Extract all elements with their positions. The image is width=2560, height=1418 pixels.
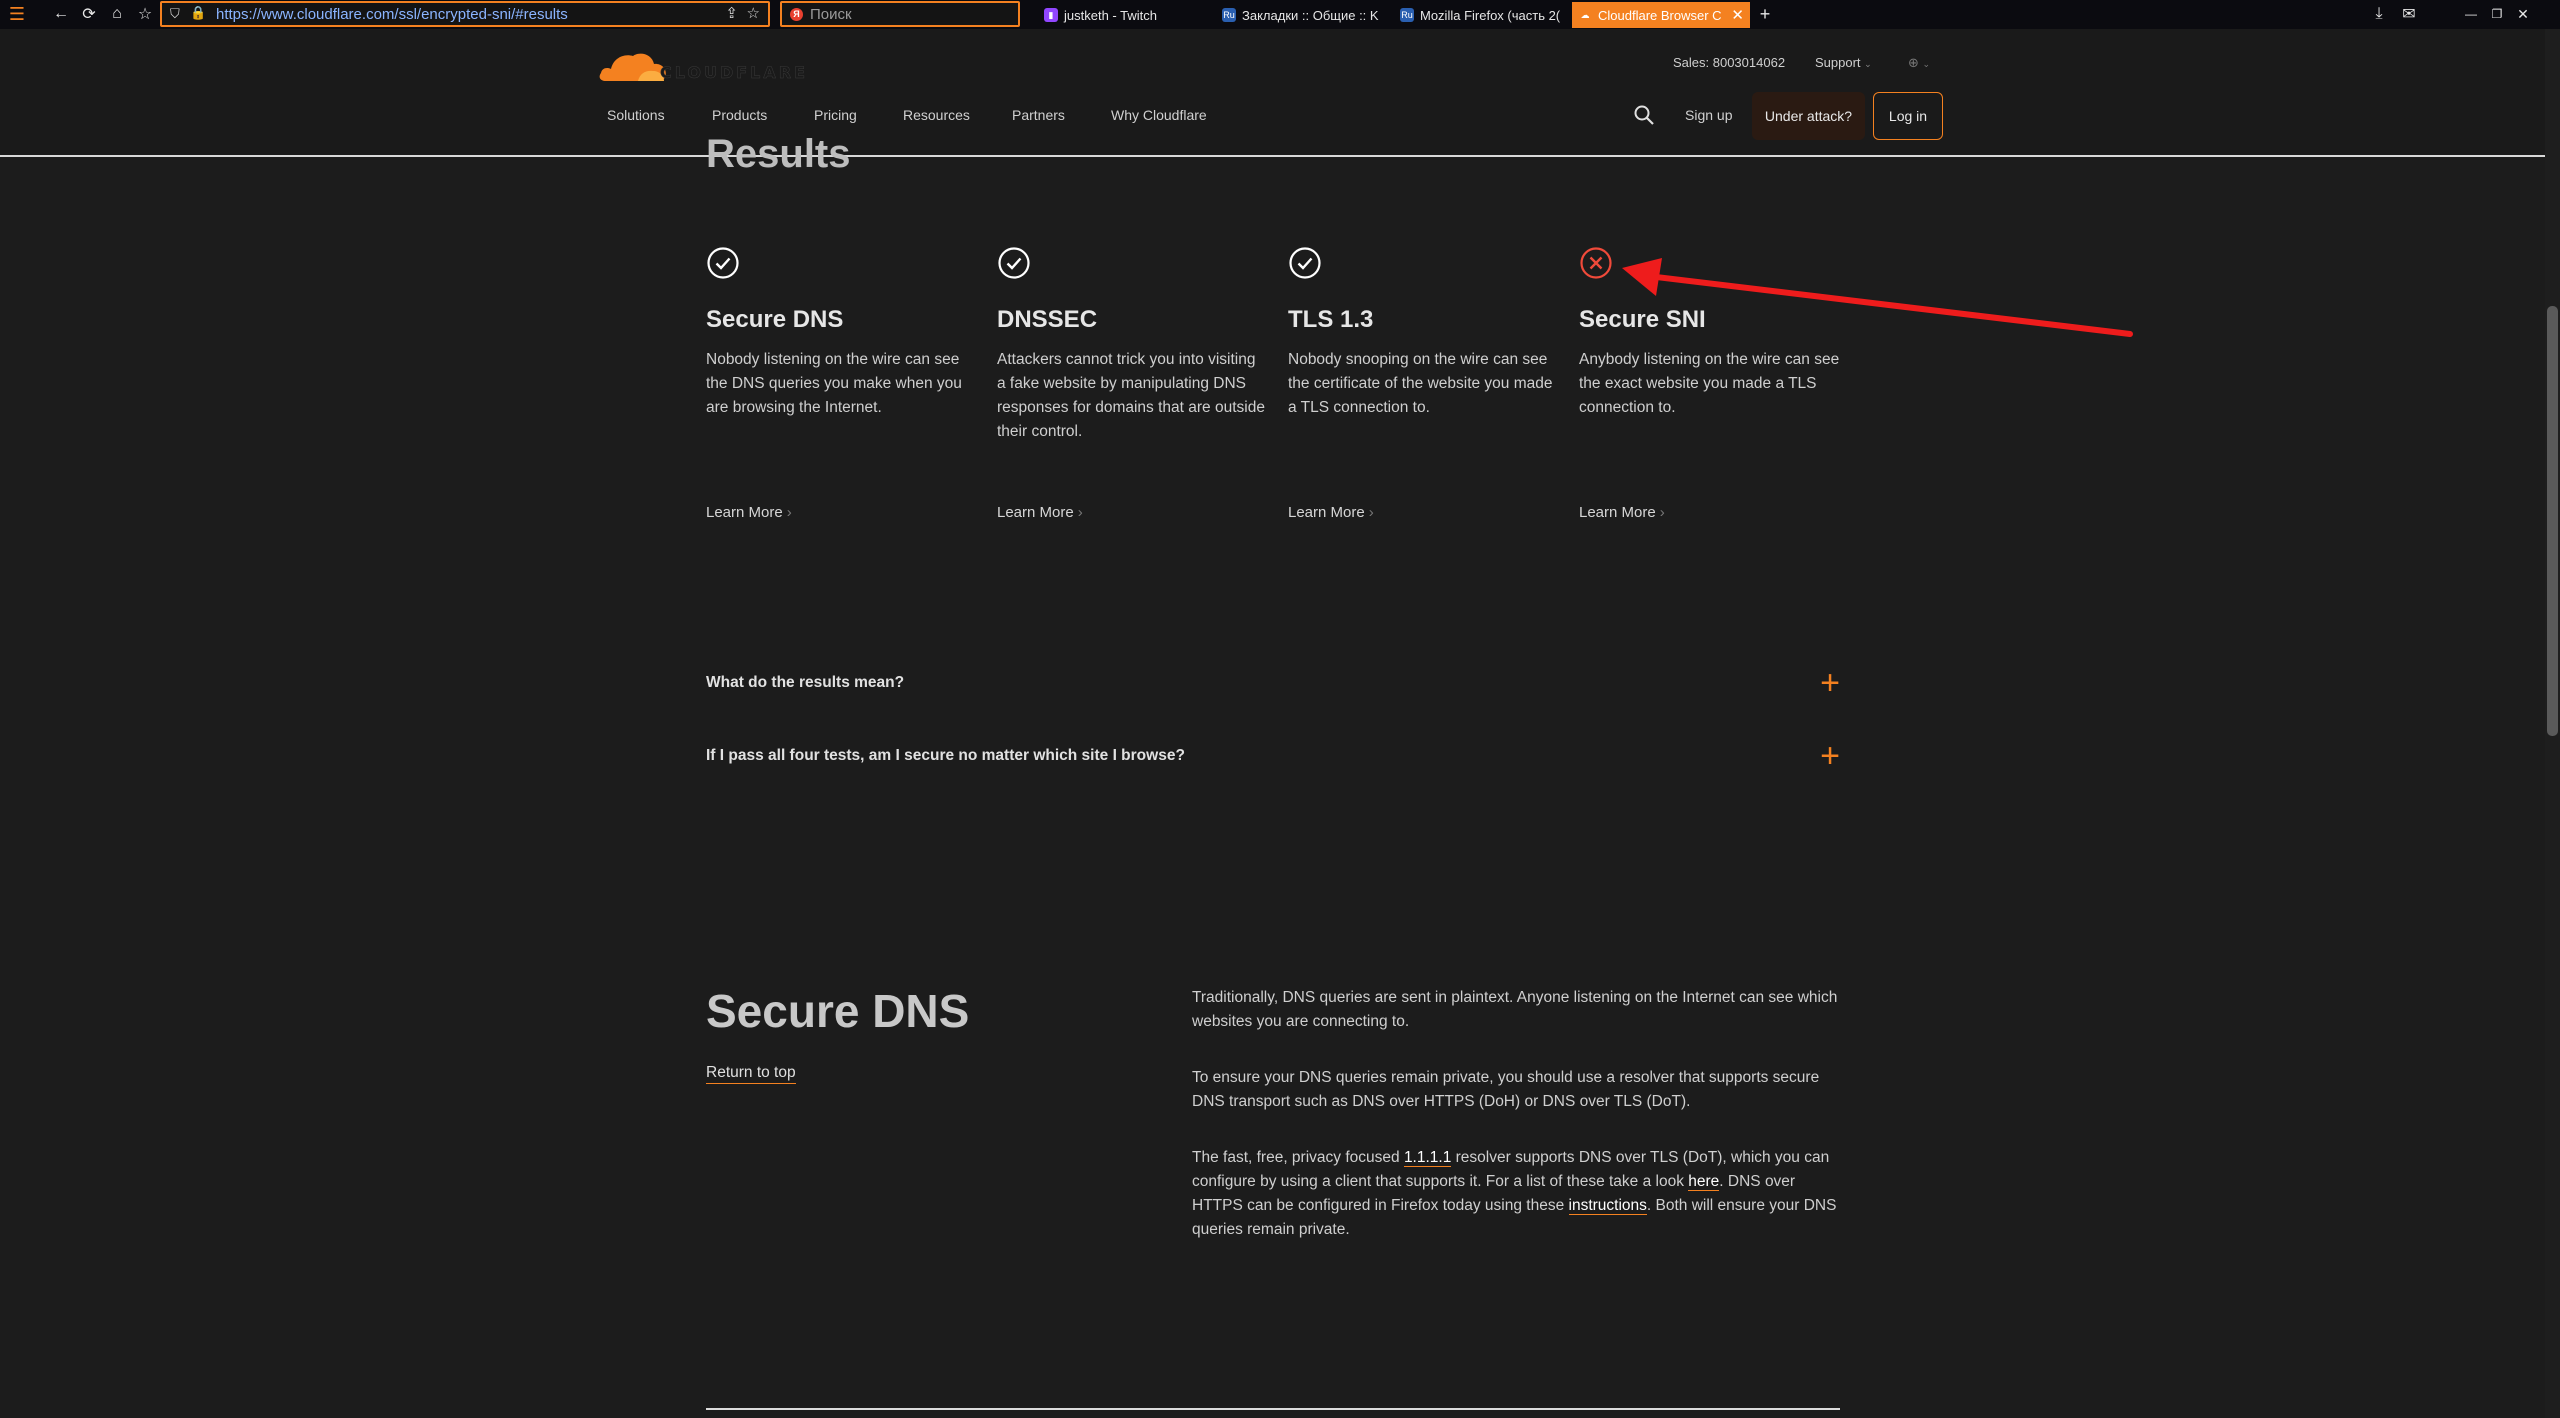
chevron-down-icon: ⌄ bbox=[1922, 59, 1931, 69]
chevron-right-icon: › bbox=[1077, 504, 1083, 521]
sales-phone[interactable]: Sales: 8003014062 bbox=[1673, 55, 1785, 70]
back-icon[interactable]: ← bbox=[50, 3, 72, 25]
tab-label: justketh - Twitch bbox=[1064, 7, 1157, 23]
tab-cloudflare[interactable]: ☁ Cloudflare Browser C ✕ bbox=[1572, 2, 1750, 28]
learn-more-dnssec[interactable]: Learn More › bbox=[997, 504, 1083, 521]
tab-twitch[interactable]: ▮ justketh - Twitch bbox=[1038, 2, 1210, 28]
star-icon[interactable]: ☆ bbox=[747, 4, 760, 22]
share-icon[interactable]: ⇪ bbox=[725, 4, 738, 22]
result-description: Nobody listening on the wire can see the… bbox=[706, 351, 962, 416]
new-tab-icon[interactable]: + bbox=[1754, 3, 1776, 25]
check-circle-icon bbox=[707, 247, 739, 279]
result-title: TLS 1.3 bbox=[1288, 306, 1374, 333]
result-title: Secure DNS bbox=[706, 306, 844, 333]
support-dropdown[interactable]: Support ⌄ bbox=[1815, 55, 1872, 70]
check-circle-icon bbox=[998, 247, 1030, 279]
annotation-arrow-icon bbox=[1622, 258, 2133, 337]
learn-more-label: Learn More bbox=[1288, 504, 1365, 521]
learn-more-tls13[interactable]: Learn More › bbox=[1288, 504, 1374, 521]
learn-more-label: Learn More bbox=[706, 504, 783, 521]
paragraph-text: The fast, free, privacy focused bbox=[1192, 1149, 1404, 1166]
secure-dns-section-title: Secure DNS bbox=[706, 985, 970, 1037]
here-link[interactable]: here bbox=[1688, 1173, 1720, 1191]
result-description: Nobody snooping on the wire can see the … bbox=[1288, 351, 1553, 416]
nav-products[interactable]: Products bbox=[712, 107, 767, 123]
shield-icon: ⛉ bbox=[170, 6, 180, 21]
nav-resources[interactable]: Resources bbox=[903, 107, 970, 123]
chevron-right-icon: › bbox=[1659, 504, 1665, 521]
sign-up-link[interactable]: Sign up bbox=[1685, 107, 1732, 123]
log-in-button[interactable]: Log in bbox=[1873, 92, 1943, 140]
cloudflare-icon: ☁ bbox=[1578, 8, 1592, 22]
tab-label: Mozilla Firefox (часть 2( bbox=[1420, 7, 1561, 23]
search-bar[interactable]: Я Поиск bbox=[780, 1, 1020, 27]
download-icon[interactable]: ⤓ bbox=[2368, 3, 2390, 25]
close-tab-icon[interactable]: ✕ bbox=[1731, 6, 1744, 24]
logo-wordmark: CLOUDFLARE bbox=[660, 62, 808, 82]
reload-icon[interactable]: ⟳ bbox=[78, 3, 100, 25]
nav-partners[interactable]: Partners bbox=[1012, 107, 1065, 123]
under-attack-button[interactable]: Under attack? bbox=[1752, 92, 1865, 140]
result-title: DNSSEC bbox=[997, 306, 1098, 333]
menu-icon[interactable]: ☰ bbox=[6, 3, 28, 25]
plus-icon[interactable]: + bbox=[1820, 666, 1840, 700]
result-card-tls13: TLS 1.3 Nobody snooping on the wire can … bbox=[1288, 246, 1558, 420]
site-header: CLOUDFLARE Sales: 8003014062 Support ⌄ ⊕… bbox=[0, 29, 2545, 157]
support-label: Support bbox=[1815, 55, 1861, 70]
section-divider bbox=[706, 1408, 1840, 1410]
browser-toolbar: ☰ ← ⟳ ⌂ ☆ ⛉ 🔒 https://www.cloudflare.com… bbox=[0, 0, 2560, 29]
tab-label: Закладки :: Общие :: K bbox=[1242, 7, 1379, 23]
faq-results-meaning[interactable]: What do the results mean? + bbox=[706, 663, 1840, 703]
nav-why-cloudflare[interactable]: Why Cloudflare bbox=[1111, 107, 1207, 123]
tab-ru-board-bookmarks[interactable]: Ru Закладки :: Общие :: K bbox=[1216, 2, 1388, 28]
result-card-secure-dns: Secure DNS Nobody listening on the wire … bbox=[706, 246, 976, 420]
learn-more-label: Learn More bbox=[997, 504, 1074, 521]
ru-board-icon: Ru bbox=[1222, 8, 1236, 22]
tab-label: Cloudflare Browser C bbox=[1598, 7, 1722, 23]
learn-more-label: Learn More bbox=[1579, 504, 1656, 521]
yandex-icon: Я bbox=[790, 8, 803, 21]
bookmark-star-icon[interactable]: ☆ bbox=[134, 3, 156, 25]
result-description: Attackers cannot trick you into visiting… bbox=[997, 351, 1265, 440]
nav-solutions[interactable]: Solutions bbox=[607, 107, 665, 123]
learn-more-secure-dns[interactable]: Learn More › bbox=[706, 504, 792, 521]
results-heading: Results bbox=[706, 132, 851, 176]
lock-icon: 🔒 bbox=[190, 5, 207, 20]
result-description: Anybody listening on the wire can see th… bbox=[1579, 351, 1840, 416]
return-to-top-link[interactable]: Return to top bbox=[706, 1064, 796, 1084]
secure-dns-paragraph: The fast, free, privacy focused 1.1.1.1 … bbox=[1192, 1146, 1842, 1242]
scrollbar-thumb[interactable] bbox=[2547, 306, 2558, 736]
secure-dns-paragraph: To ensure your DNS queries remain privat… bbox=[1192, 1069, 1820, 1110]
faq-four-tests[interactable]: If I pass all four tests, am I secure no… bbox=[706, 736, 1840, 776]
chevron-right-icon: › bbox=[786, 504, 792, 521]
resolver-1111-link[interactable]: 1.1.1.1 bbox=[1403, 1149, 1452, 1167]
instructions-link[interactable]: instructions bbox=[1568, 1197, 1647, 1215]
ru-board-icon: Ru bbox=[1400, 8, 1414, 22]
twitch-icon: ▮ bbox=[1044, 8, 1058, 22]
language-selector[interactable]: ⊕ ⌄ bbox=[1908, 55, 1930, 71]
globe-icon: ⊕ bbox=[1908, 55, 1919, 70]
faq-question: If I pass all four tests, am I secure no… bbox=[706, 747, 1185, 764]
restore-icon[interactable]: ❐ bbox=[2486, 3, 2508, 25]
minimize-icon[interactable]: — bbox=[2460, 3, 2482, 25]
home-icon[interactable]: ⌂ bbox=[106, 3, 128, 25]
search-placeholder: Поиск bbox=[810, 5, 852, 23]
result-card-dnssec: DNSSEC Attackers cannot trick you into v… bbox=[997, 246, 1267, 444]
url-bar[interactable]: ⛉ 🔒 https://www.cloudflare.com/ssl/encry… bbox=[160, 1, 770, 27]
url-text: https://www.cloudflare.com/ssl/encrypted… bbox=[216, 5, 568, 23]
nav-pricing[interactable]: Pricing bbox=[814, 107, 857, 123]
mail-icon[interactable]: ✉ bbox=[2398, 3, 2420, 25]
cloudflare-logo[interactable]: CLOUDFLARE bbox=[598, 47, 808, 83]
cloudflare-cloud-icon bbox=[599, 53, 666, 81]
faq-question: What do the results mean? bbox=[706, 674, 905, 691]
search-icon[interactable] bbox=[1633, 104, 1655, 126]
check-circle-icon bbox=[1289, 247, 1321, 279]
learn-more-secure-sni[interactable]: Learn More › bbox=[1579, 504, 1665, 521]
tab-ru-board-firefox[interactable]: Ru Mozilla Firefox (часть 2( bbox=[1394, 2, 1564, 28]
secure-dns-paragraph: Traditionally, DNS queries are sent in p… bbox=[1192, 989, 1838, 1030]
chevron-right-icon: › bbox=[1368, 504, 1374, 521]
plus-icon[interactable]: + bbox=[1820, 739, 1840, 773]
close-window-icon[interactable]: ✕ bbox=[2512, 3, 2534, 25]
chevron-down-icon: ⌄ bbox=[1864, 59, 1872, 69]
